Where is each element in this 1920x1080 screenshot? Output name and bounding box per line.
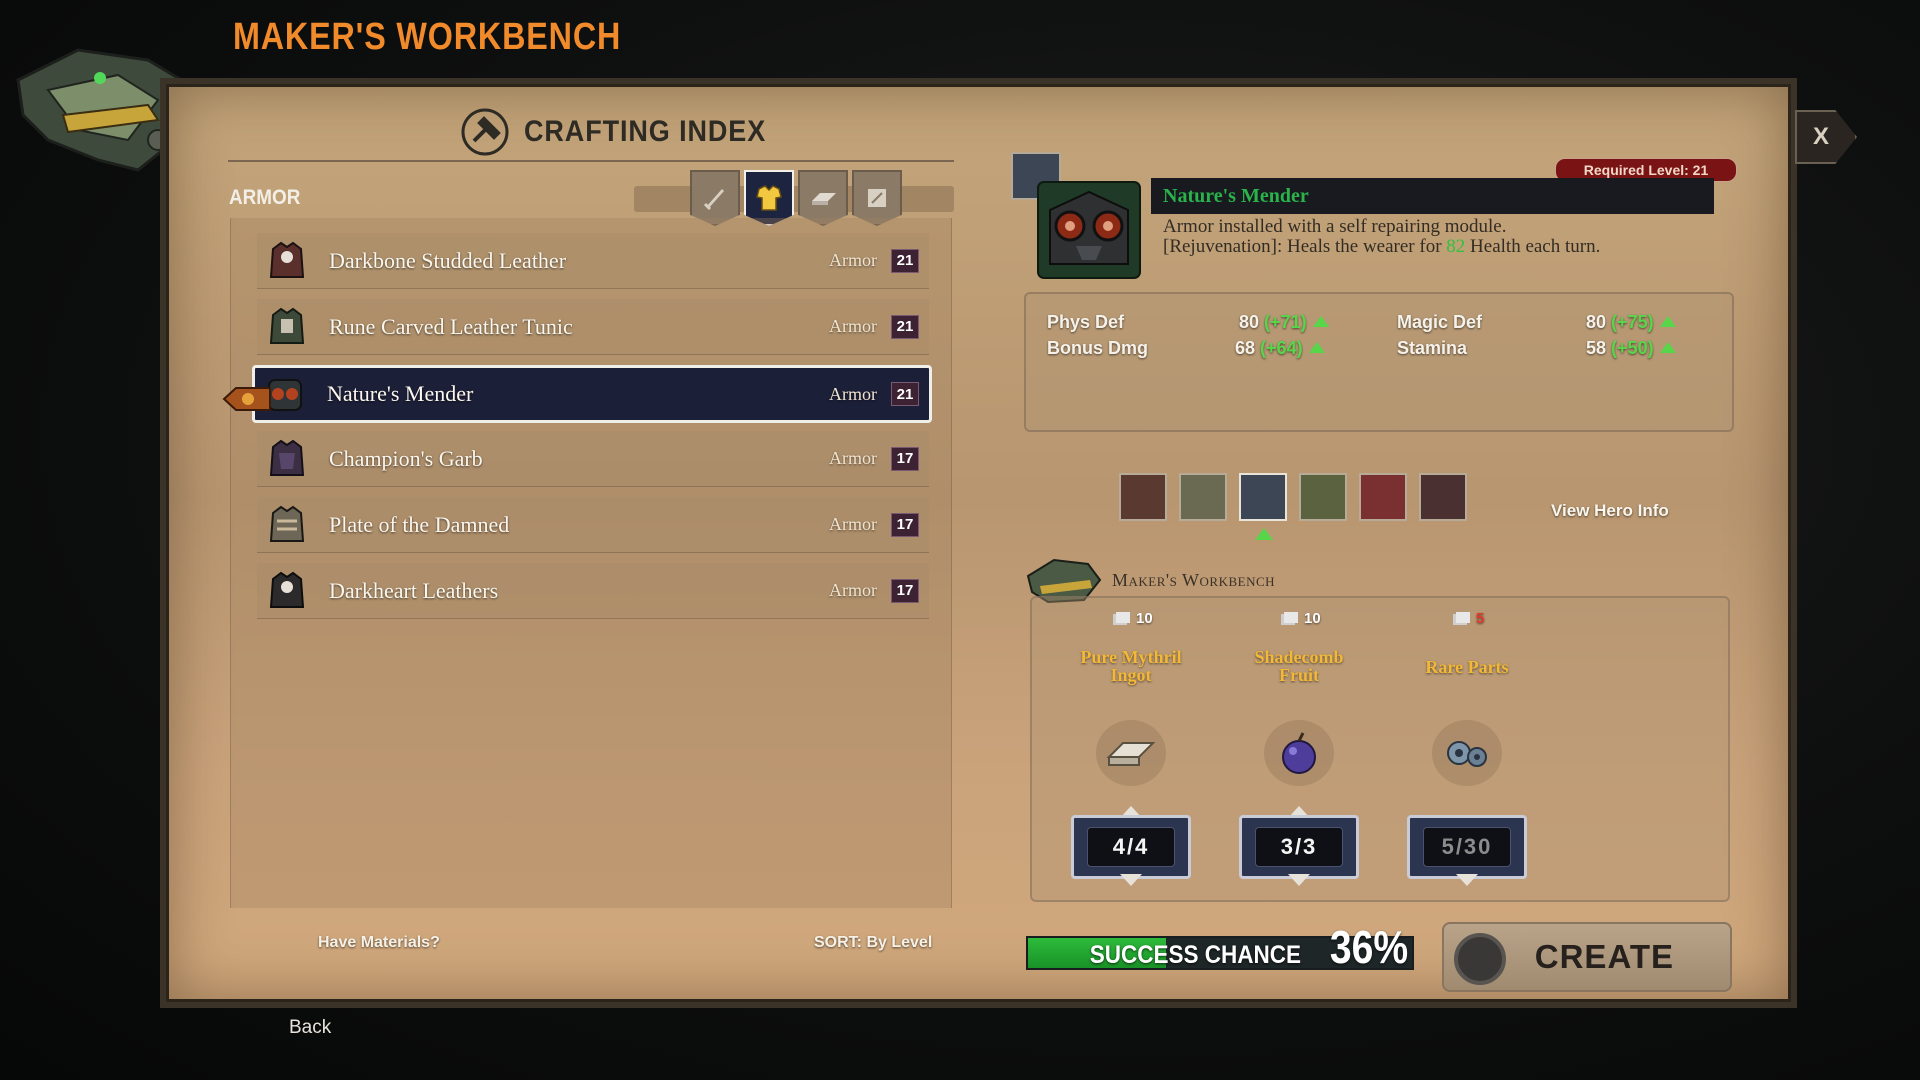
item-detail-name: Nature's Mender <box>1151 178 1714 214</box>
stat-up-arrow-icon <box>1308 342 1325 353</box>
item-level-badge: 17 <box>891 512 919 537</box>
divider <box>228 160 954 162</box>
item-description: Armor installed with a self repairing mo… <box>1163 217 1723 257</box>
list-item[interactable]: Champion's Garb Armor 17 <box>257 431 929 487</box>
stat-up-arrow-icon <box>1659 316 1676 327</box>
item-level-badge: 21 <box>891 248 919 273</box>
item-type: Armor <box>829 383 877 404</box>
stat-label: Phys Def <box>1047 312 1125 332</box>
hero-portrait[interactable] <box>1119 473 1167 521</box>
stat-value: 58 (+50) <box>1586 338 1676 359</box>
chestplate-icon <box>756 185 782 211</box>
material-name: Pure Mythril Ingot <box>1080 647 1182 685</box>
ingot-icon <box>1096 720 1166 786</box>
item-name: Plate of the Damned <box>329 511 510 537</box>
hero-portrait[interactable] <box>1179 473 1227 521</box>
list-item[interactable]: Rune Carved Leather Tunic Armor 21 <box>257 299 929 355</box>
fruit-icon <box>1264 720 1334 786</box>
have-materials-toggle[interactable]: Have Materials? <box>318 934 440 952</box>
stat-up-arrow-icon <box>1312 316 1329 327</box>
list-item[interactable]: Plate of the Damned Armor 17 <box>257 497 929 553</box>
back-button[interactable]: Back <box>289 1017 331 1039</box>
item-level-badge: 21 <box>891 382 919 406</box>
material-owned: 5 <box>1452 610 1484 627</box>
crafting-index-title: CRAFTING INDEX <box>524 115 767 148</box>
crafting-hammer-icon <box>461 108 509 156</box>
stat-value: 80 (+71) <box>1239 312 1329 333</box>
inventory-icon <box>1113 611 1130 625</box>
workbench-label: Maker's Workbench <box>1112 570 1276 590</box>
item-type: Armor <box>829 514 877 534</box>
item-name: Darkbone Studded Leather <box>329 247 567 273</box>
stat-value: 80 (+75) <box>1586 312 1676 333</box>
create-button[interactable]: CREATE <box>1442 922 1732 992</box>
description-line: Armor installed with a self repairing mo… <box>1163 216 1507 237</box>
gears-icon <box>1432 720 1502 786</box>
success-chance-value: 36% <box>1329 921 1408 973</box>
list-item[interactable]: Darkheart Leathers Armor 17 <box>257 563 929 619</box>
inventory-icon <box>1281 611 1298 625</box>
hero-portrait[interactable] <box>1299 473 1347 521</box>
item-type: Armor <box>829 250 877 270</box>
page-title: MAKER'S WORKBENCH <box>233 16 622 58</box>
description-line: [Rejuvenation]: Heals the wearer for 82 … <box>1163 236 1601 257</box>
quantity-stepper[interactable]: 4/4 <box>1071 815 1191 879</box>
item-level-badge: 17 <box>891 578 919 603</box>
natures-mender-portrait-icon <box>1037 181 1141 279</box>
item-type: Armor <box>829 448 877 468</box>
create-label: CREATE <box>1534 938 1674 975</box>
create-knob-icon <box>1454 933 1506 985</box>
material-name: Shadecomb Fruit <box>1254 647 1344 685</box>
list-item-selected[interactable]: Nature's Mender Armor 21 <box>252 365 932 423</box>
armor-thumbnail-icon <box>259 233 315 289</box>
item-type: Armor <box>829 316 877 336</box>
material-owned: 10 <box>1112 610 1153 627</box>
hero-portrait[interactable] <box>1419 473 1467 521</box>
success-chance-label: SUCCESS CHANCE <box>1089 941 1302 969</box>
material-name: Rare Parts <box>1425 657 1509 677</box>
stat-label: Magic Def <box>1397 312 1483 332</box>
item-name: Rune Carved Leather Tunic <box>329 313 573 339</box>
quantity-stepper[interactable]: 5/30 <box>1407 815 1527 879</box>
item-name: Nature's Mender <box>327 381 474 406</box>
hero-portrait-selected[interactable] <box>1239 473 1287 521</box>
list-item[interactable]: Darkbone Studded Leather Armor 21 <box>257 233 929 289</box>
armor-thumbnail-icon <box>259 497 315 553</box>
inventory-icon <box>1453 611 1470 625</box>
close-button[interactable]: X <box>1795 110 1857 164</box>
quantity-down-icon[interactable] <box>1120 874 1142 886</box>
sort-button[interactable]: SORT: By Level <box>814 934 932 952</box>
heal-value: 82 <box>1446 236 1466 257</box>
sword-icon <box>703 189 724 211</box>
item-level-badge: 21 <box>891 314 919 339</box>
armor-thumbnail-icon <box>259 563 315 619</box>
item-name: Darkheart Leathers <box>329 577 499 603</box>
stat-label: Bonus Dmg <box>1047 338 1148 358</box>
stat-value: 68 (+64) <box>1235 338 1325 359</box>
filter-bar <box>634 186 954 212</box>
view-hero-info-link[interactable]: View Hero Info <box>1551 501 1669 521</box>
hero-selected-arrow-icon <box>1255 528 1273 540</box>
armor-thumbnail-icon <box>259 431 315 487</box>
ingot-icon <box>812 193 836 205</box>
item-name: Champion's Garb <box>329 445 483 471</box>
quantity-stepper[interactable]: 3/3 <box>1239 815 1359 879</box>
scroll-icon <box>868 189 886 207</box>
material-owned: 10 <box>1280 610 1321 627</box>
success-chance-text: SUCCESS CHANCE 36% <box>1078 920 1415 974</box>
selection-pointer-icon <box>222 387 271 411</box>
item-level-badge: 17 <box>891 446 919 471</box>
quantity-down-icon[interactable] <box>1456 874 1478 886</box>
quantity-down-icon[interactable] <box>1288 874 1310 886</box>
crafting-index-header: CRAFTING INDEX <box>460 104 793 160</box>
stat-up-arrow-icon <box>1659 342 1676 353</box>
category-label: ARMOR <box>229 186 301 209</box>
armor-thumbnail-icon <box>259 299 315 355</box>
stat-label: Stamina <box>1397 338 1468 358</box>
hero-portrait[interactable] <box>1359 473 1407 521</box>
item-type: Armor <box>829 580 877 600</box>
